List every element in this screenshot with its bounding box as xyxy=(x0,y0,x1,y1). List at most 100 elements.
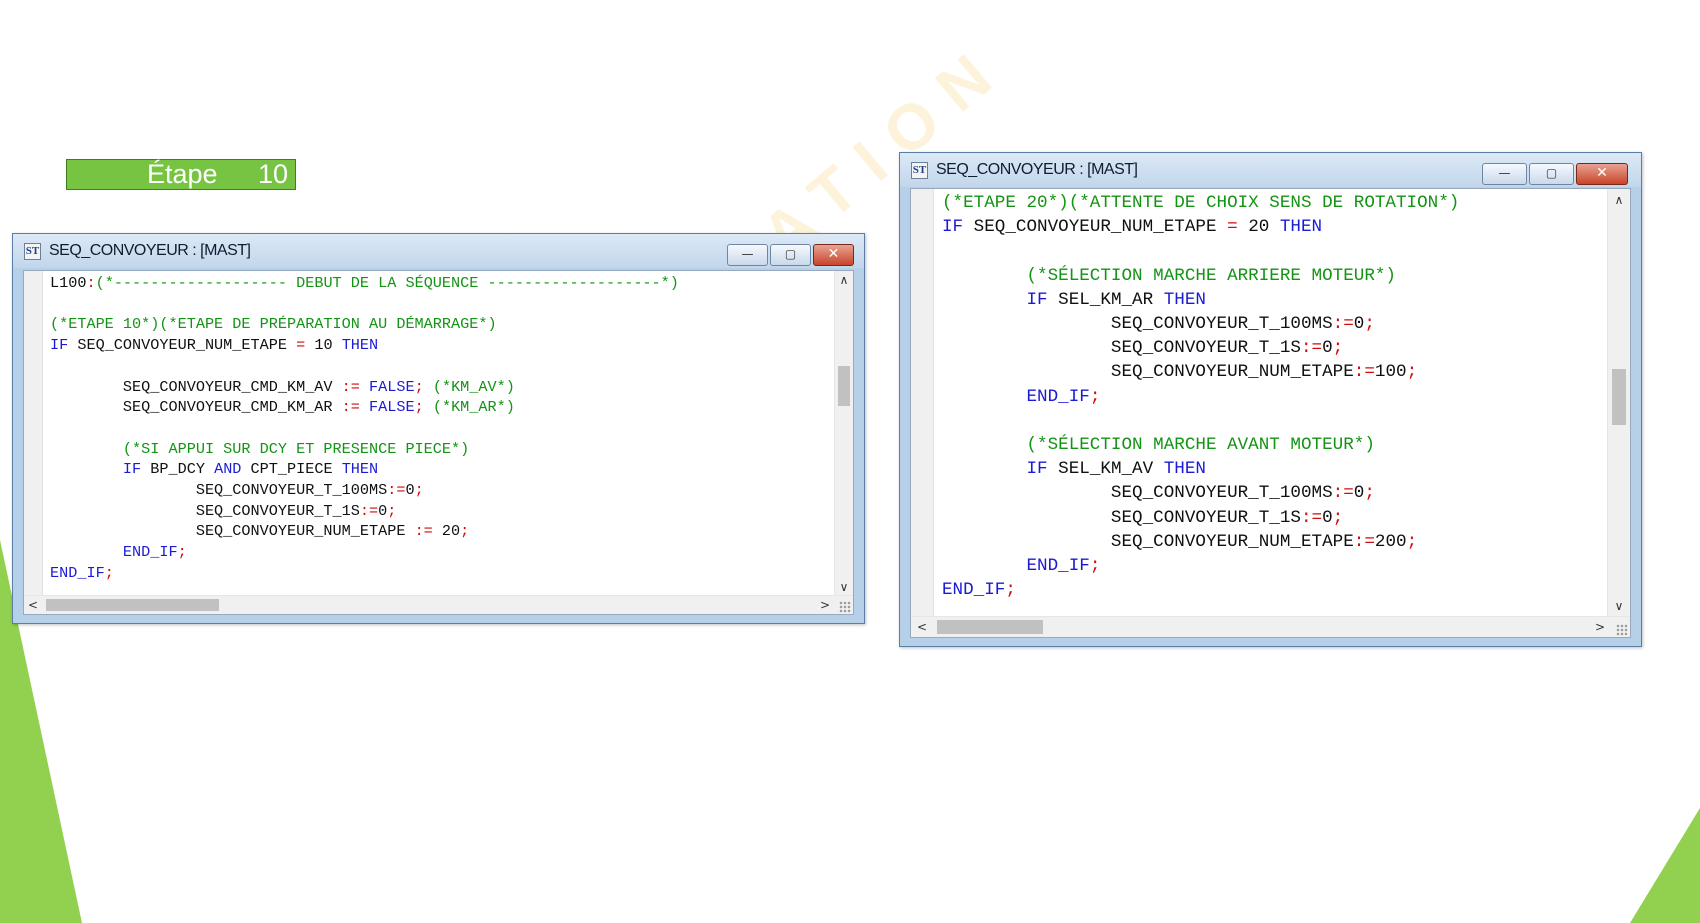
code-line[interactable]: SEQ_CONVOYEUR_NUM_ETAPE := 20; xyxy=(50,522,469,540)
code-token: END_IF xyxy=(50,563,105,582)
code-line[interactable]: L100:(*------------------- DEBUT DE LA S… xyxy=(50,274,679,292)
code-line[interactable]: (*ETAPE 20*)(*ATTENTE DE CHOIX SENS DE R… xyxy=(942,193,1459,213)
code-line[interactable]: IF SEQ_CONVOYEUR_NUM_ETAPE = 10 THEN xyxy=(50,336,378,354)
scroll-right-arrow-icon[interactable]: > xyxy=(1592,618,1608,636)
code-token: ; xyxy=(1332,338,1344,359)
resize-grip-icon[interactable] xyxy=(839,601,851,613)
code-token: ; xyxy=(387,501,397,520)
code-token: FALSE xyxy=(369,398,415,417)
code-token: ; xyxy=(1089,386,1101,407)
code-line[interactable]: END_IF; xyxy=(942,556,1100,576)
code-token: := xyxy=(341,398,360,417)
code-token: THEN xyxy=(1163,459,1206,480)
code-token: ; xyxy=(1406,531,1418,552)
code-token: := xyxy=(1300,338,1323,359)
code-token: END_IF xyxy=(1026,556,1090,576)
scroll-left-arrow-icon[interactable]: < xyxy=(914,618,930,636)
scroll-down-arrow-icon[interactable]: ∨ xyxy=(836,578,852,596)
code-token: THEN xyxy=(341,336,379,355)
maximize-button[interactable]: ▢ xyxy=(770,244,811,266)
scroll-right-arrow-icon[interactable]: > xyxy=(817,596,833,614)
code-line[interactable]: (*SÉLECTION MARCHE ARRIERE MOTEUR*) xyxy=(942,266,1396,286)
code-line[interactable]: IF BP_DCY AND CPT_PIECE THEN xyxy=(50,460,378,478)
code-line[interactable]: (*SI APPUI SUR DCY ET PRESENCE PIECE*) xyxy=(50,440,469,458)
green-triangle-right xyxy=(1630,808,1700,923)
code-line[interactable]: SEQ_CONVOYEUR_CMD_KM_AR := FALSE; (*KM_A… xyxy=(50,398,515,416)
code-line[interactable]: SEQ_CONVOYEUR_NUM_ETAPE:=200; xyxy=(942,532,1417,552)
code-token: = xyxy=(1227,217,1238,238)
code-token: 0 xyxy=(1322,338,1333,359)
code-line[interactable]: END_IF; xyxy=(942,387,1100,407)
code-line[interactable]: SEQ_CONVOYEUR_T_1S:=0; xyxy=(942,508,1343,528)
code-line[interactable]: IF SEQ_CONVOYEUR_NUM_ETAPE = 20 THEN xyxy=(942,217,1322,237)
code-token: ; xyxy=(414,398,424,417)
scroll-up-arrow-icon[interactable]: ∧ xyxy=(1611,191,1627,209)
window-title: SEQ_CONVOYEUR : [MAST] xyxy=(936,161,1138,178)
vertical-scrollbar[interactable]: ∧ ∨ xyxy=(834,271,853,596)
code-token: ; xyxy=(1406,362,1418,383)
step-label-number: 10 xyxy=(258,159,289,189)
code-token: 20 xyxy=(1237,217,1280,238)
horizontal-scroll-thumb[interactable] xyxy=(937,620,1043,634)
code-editor[interactable]: (*ETAPE 20*)(*ATTENTE DE CHOIX SENS DE R… xyxy=(910,188,1631,638)
code-line[interactable]: END_IF; xyxy=(942,580,1016,600)
code-line[interactable]: SEQ_CONVOYEUR_NUM_ETAPE:=100; xyxy=(942,362,1417,382)
code-line[interactable]: IF SEL_KM_AR THEN xyxy=(942,290,1206,310)
vertical-scrollbar[interactable]: ∧ ∨ xyxy=(1607,189,1630,617)
code-line[interactable]: SEQ_CONVOYEUR_CMD_KM_AV := FALSE; (*KM_A… xyxy=(50,378,515,396)
code-token: (*KM_AR*) xyxy=(432,398,515,417)
vertical-scroll-thumb[interactable] xyxy=(1612,369,1626,425)
window-title: SEQ_CONVOYEUR : [MAST] xyxy=(49,242,251,259)
code-token: SEL_KM_AV xyxy=(1047,459,1164,480)
close-button[interactable]: ✕ xyxy=(1576,163,1628,185)
code-token: SEQ_CONVOYEUR_CMD_KM_AV xyxy=(50,377,342,396)
step-label-word: Étape xyxy=(147,159,218,189)
code-line[interactable]: (*ETAPE 10*)(*ETAPE DE PRÉPARATION AU DÉ… xyxy=(50,315,497,333)
st-app-icon: ST xyxy=(911,162,928,179)
code-token: ; xyxy=(1332,507,1344,528)
code-editor[interactable]: L100:(*------------------- DEBUT DE LA S… xyxy=(23,270,854,615)
close-button[interactable]: ✕ xyxy=(813,244,854,266)
code-line[interactable]: SEQ_CONVOYEUR_T_1S:=0; xyxy=(50,501,397,520)
minimize-button[interactable]: — xyxy=(727,244,768,266)
code-token: SEQ_CONVOYEUR_T_1S xyxy=(942,507,1301,528)
window-title-bar[interactable]: ST SEQ_CONVOYEUR : [MAST] — ▢ ✕ xyxy=(900,153,1641,187)
code-line[interactable]: (*SÉLECTION MARCHE AVANT MOTEUR*) xyxy=(942,435,1374,455)
code-token: IF xyxy=(122,460,142,479)
horizontal-scrollbar[interactable]: < > xyxy=(911,616,1630,637)
horizontal-scrollbar[interactable]: < > xyxy=(24,595,853,614)
code-token: := xyxy=(1332,314,1354,334)
editor-window-right[interactable]: ST SEQ_CONVOYEUR : [MAST] — ▢ ✕ (*ETAPE … xyxy=(899,152,1642,647)
code-line[interactable]: SEQ_CONVOYEUR_T_100MS:=0; xyxy=(942,314,1375,334)
code-line[interactable]: SEQ_CONVOYEUR_T_1S:=0; xyxy=(942,338,1343,358)
code-token: SEQ_CONVOYEUR_T_1S xyxy=(50,501,360,520)
code-line[interactable]: SEQ_CONVOYEUR_T_100MS:=0; xyxy=(942,483,1375,503)
horizontal-scroll-thumb[interactable] xyxy=(46,599,219,611)
code-token: 200 xyxy=(1374,531,1407,552)
code-token: 0 xyxy=(1353,314,1365,334)
window-title-bar[interactable]: ST SEQ_CONVOYEUR : [MAST] — ▢ ✕ xyxy=(13,234,864,268)
code-token: 0 xyxy=(378,501,388,520)
code-line[interactable]: END_IF; xyxy=(50,543,187,561)
code-token: SEQ_CONVOYEUR_NUM_ETAPE xyxy=(963,217,1228,238)
code-line[interactable]: IF SEL_KM_AV THEN xyxy=(942,459,1206,479)
code-token: (*------------------- DEBUT DE LA SÉQUEN… xyxy=(95,274,679,292)
code-token: 10 xyxy=(305,336,342,355)
code-line[interactable]: END_IF; xyxy=(50,564,114,582)
editor-window-left[interactable]: ST SEQ_CONVOYEUR : [MAST] — ▢ ✕ L100:(*-… xyxy=(12,233,865,624)
scroll-left-arrow-icon[interactable]: < xyxy=(25,596,41,614)
code-line[interactable]: SEQ_CONVOYEUR_T_100MS:=0; xyxy=(50,481,424,499)
code-token: THEN xyxy=(341,460,379,479)
resize-grip-icon[interactable] xyxy=(1616,624,1628,636)
vertical-scroll-thumb[interactable] xyxy=(838,366,850,406)
scroll-down-arrow-icon[interactable]: ∨ xyxy=(1611,597,1627,615)
minimize-button[interactable]: — xyxy=(1482,163,1527,185)
maximize-button[interactable]: ▢ xyxy=(1529,163,1574,185)
editor-gutter xyxy=(911,189,934,617)
code-token: := xyxy=(1300,507,1323,528)
scroll-up-arrow-icon[interactable]: ∧ xyxy=(836,271,852,289)
